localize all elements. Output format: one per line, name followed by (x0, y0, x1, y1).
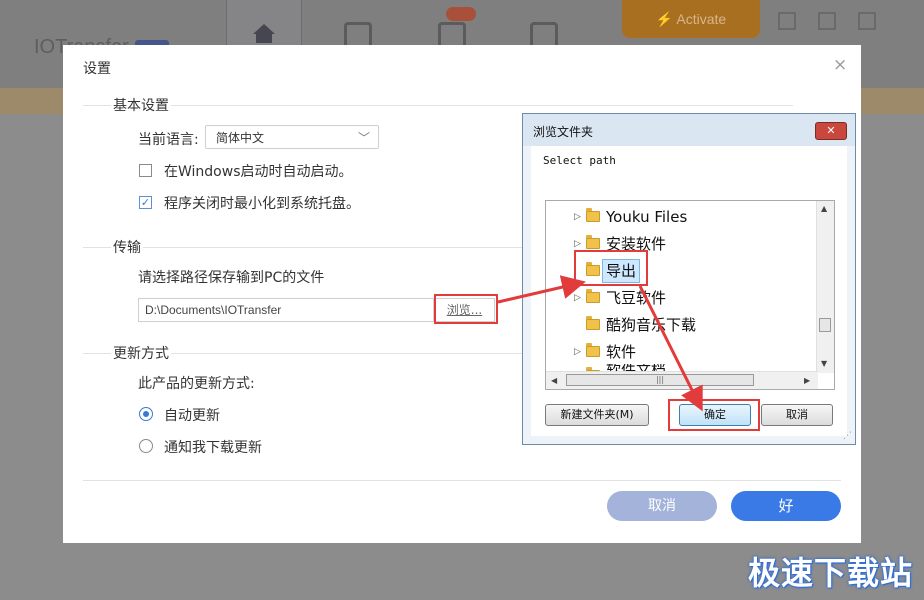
save-path-input[interactable]: D:\Documents\IOTransfer (138, 298, 434, 322)
ok-button[interactable]: 好 (731, 491, 841, 521)
folder-icon (586, 289, 600, 303)
update-prompt: 此产品的更新方式: (138, 376, 255, 392)
autostart-label: 在Windows启动时自动启动。 (164, 164, 353, 180)
window-close-icon[interactable] (858, 12, 876, 30)
tree-item-label: 软件 (606, 343, 637, 361)
folder-icon (586, 208, 600, 222)
scroll-up-icon[interactable]: ▲ (821, 204, 827, 213)
autostart-checkbox[interactable] (139, 164, 152, 177)
scroll-right-icon[interactable]: ▶ (804, 376, 810, 385)
tree-item-label: Youku Files (606, 208, 688, 226)
auto-update-radio[interactable] (139, 407, 153, 421)
expand-arrow-icon[interactable]: ▷ (574, 340, 581, 364)
vertical-scrollbar[interactable]: ▲ ▼ (816, 201, 834, 373)
section-divider (83, 105, 793, 106)
watermark: 极速下载站 (748, 554, 914, 592)
folder-tree[interactable]: ▷ Youku Files ▷ 安装软件 导出 ▷ 飞豆软件 酷狗音乐下载 ▷ (545, 200, 835, 390)
dialog-title: 设置 (83, 61, 111, 77)
folder-icon (586, 316, 600, 330)
transfer-heading: 传输 (111, 237, 143, 257)
notification-badge (446, 7, 476, 21)
browse-dialog-titlebar[interactable]: 浏览文件夹 ✕ (523, 114, 855, 146)
expand-arrow-icon[interactable]: ▷ (574, 286, 581, 310)
notify-update-label: 通知我下载更新 (164, 440, 262, 456)
folder-icon (586, 262, 600, 276)
close-icon[interactable]: × (833, 55, 847, 75)
minimize-tray-label: 程序关闭时最小化到系统托盘。 (164, 196, 360, 212)
horizontal-scrollbar[interactable]: ◀ ||| ▶ (546, 371, 818, 389)
footer-divider (83, 480, 841, 481)
notify-update-radio[interactable] (139, 439, 153, 453)
close-icon[interactable]: ✕ (815, 122, 847, 140)
tree-item[interactable]: ▷ 软件 (546, 340, 818, 364)
chevron-down-icon: ﹀ (357, 131, 370, 145)
browse-cancel-button[interactable]: 取消 (761, 404, 833, 426)
tree-item[interactable]: ▷ Youku Files (546, 205, 818, 229)
scroll-thumb[interactable]: ||| (566, 374, 754, 386)
language-value: 简体中文 (216, 131, 265, 145)
expand-arrow-icon[interactable]: ▷ (574, 232, 581, 256)
folder-icon (586, 343, 600, 357)
confirm-button[interactable]: 确定 (679, 404, 751, 426)
tree-item[interactable]: ▷ 安装软件 (546, 232, 818, 256)
browse-dialog-title: 浏览文件夹 (533, 125, 594, 139)
browse-folder-dialog: 浏览文件夹 ✕ Select path ▷ Youku Files ▷ 安装软件… (522, 113, 856, 445)
tree-item-label: 安装软件 (606, 235, 667, 253)
resize-grip-icon[interactable]: ⋰ (843, 431, 852, 441)
basic-settings-heading: 基本设置 (111, 95, 171, 115)
browse-button[interactable]: 浏览... (435, 298, 495, 322)
browse-instruction: Select path (543, 154, 616, 167)
scroll-thumb[interactable] (819, 318, 831, 332)
minimize-tray-checkbox[interactable]: ✓ (139, 196, 152, 209)
language-label: 当前语言: (138, 132, 199, 148)
browse-dialog-content: Select path ▷ Youku Files ▷ 安装软件 导出 ▷ 飞豆… (531, 146, 847, 436)
scroll-left-icon[interactable]: ◀ (551, 376, 557, 385)
window-minimize-icon[interactable] (818, 12, 836, 30)
tree-item-label: 导出 (602, 259, 641, 283)
update-heading: 更新方式 (111, 343, 171, 363)
language-select[interactable]: 简体中文 ﹀ (205, 125, 379, 149)
expand-arrow-icon[interactable]: ▷ (574, 205, 581, 229)
tree-item-label: 酷狗音乐下载 (606, 316, 697, 334)
new-folder-button[interactable]: 新建文件夹(M) (545, 404, 649, 426)
scroll-down-icon[interactable]: ▼ (821, 359, 827, 368)
cancel-button[interactable]: 取消 (607, 491, 717, 521)
auto-update-label: 自动更新 (164, 408, 220, 424)
folder-icon (586, 235, 600, 249)
path-prompt: 请选择路径保存输到PC的文件 (138, 270, 325, 286)
activate-button[interactable]: ⚡ Activate (622, 0, 760, 38)
tree-item[interactable]: 酷狗音乐下载 (546, 313, 818, 337)
tree-item[interactable]: ▷ 飞豆软件 (546, 286, 818, 310)
tree-item-label: 飞豆软件 (606, 289, 667, 307)
window-menu-icon[interactable] (778, 12, 796, 30)
tree-item-selected[interactable]: 导出 (546, 259, 818, 283)
